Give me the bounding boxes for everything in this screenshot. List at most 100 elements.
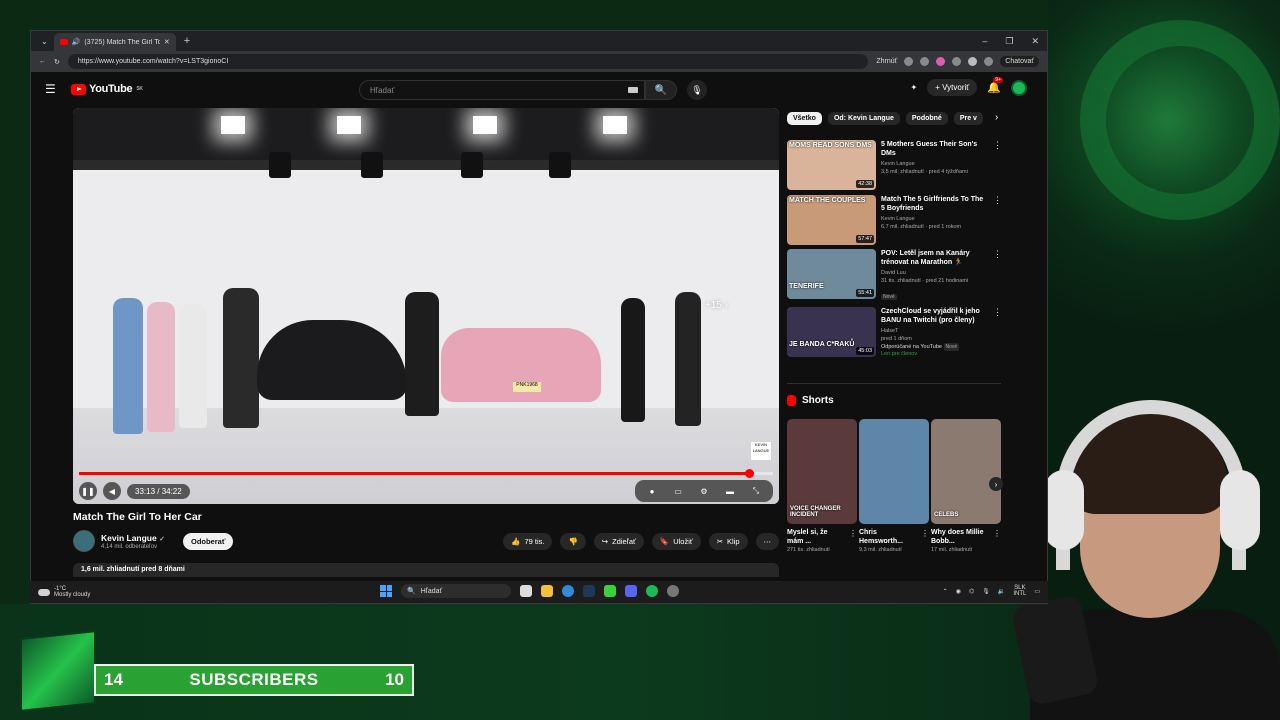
create-button[interactable]: + Vytvoriť bbox=[927, 79, 978, 96]
clip-button[interactable]: ✂ Klip bbox=[708, 532, 748, 550]
recommendation-title[interactable]: CzechCloud se vyjádřil k jeho BANU na Tw… bbox=[881, 307, 988, 325]
recommendation-title[interactable]: 5 Mothers Guess Their Son's DMs bbox=[881, 140, 988, 158]
voice-search-button[interactable]: 🎙 bbox=[687, 80, 707, 100]
more-options-icon[interactable]: ⋮ bbox=[993, 307, 1002, 373]
extension-pink-icon[interactable] bbox=[936, 57, 946, 66]
pause-button[interactable]: ❚❚ bbox=[79, 482, 97, 500]
keyboard-icon[interactable] bbox=[628, 87, 638, 93]
more-options-icon[interactable]: ⋮ bbox=[993, 529, 1001, 538]
spotify-icon[interactable] bbox=[646, 585, 658, 597]
reload-icon[interactable]: ↻ bbox=[54, 58, 60, 66]
more-options-icon[interactable]: ⋮ bbox=[921, 529, 929, 538]
search-input[interactable]: Hľadať bbox=[359, 80, 645, 100]
channel-name[interactable]: Kevin Langue ✓ bbox=[101, 533, 165, 543]
more-actions-button[interactable]: ⋯ bbox=[755, 532, 779, 550]
cast-icon[interactable]: ✦ bbox=[911, 83, 918, 92]
profile-icon[interactable] bbox=[968, 57, 978, 66]
description-box[interactable]: 1,6 mil. zhliadnutí pred 8 dňami bbox=[73, 563, 779, 577]
window-close-icon[interactable]: ✕ bbox=[1031, 36, 1039, 47]
video-player[interactable]: PNK1968 +15 › KEVIN LANGUE ❚❚ ◀ 33:13 / … bbox=[73, 108, 779, 504]
network-icon[interactable]: ⌬ bbox=[969, 588, 974, 595]
short-title[interactable]: Why does Millie Bobb... bbox=[931, 528, 989, 546]
speaker-icon[interactable]: 🔊 bbox=[72, 38, 81, 46]
notifications-button[interactable]: 🔔 9+ bbox=[987, 77, 1003, 94]
short-title[interactable]: Myslel si, že mám ... bbox=[787, 528, 845, 546]
short-thumbnail[interactable] bbox=[859, 419, 929, 524]
hamburger-menu-icon[interactable]: ☰ bbox=[45, 82, 57, 96]
discord-icon[interactable] bbox=[625, 585, 637, 597]
share-button[interactable]: ↪ Zdieľať bbox=[593, 532, 644, 550]
media-app-icon[interactable] bbox=[604, 585, 616, 597]
account-avatar[interactable] bbox=[1011, 79, 1027, 96]
restore-icon[interactable]: ❐ bbox=[1005, 36, 1013, 47]
url-field[interactable]: https://www.youtube.com/watch?v=LST3gion… bbox=[67, 54, 869, 69]
chip-for-you[interactable]: Pre v bbox=[953, 112, 983, 125]
file-explorer-icon[interactable] bbox=[541, 585, 553, 597]
save-button[interactable]: 🔖 Uložiť bbox=[651, 532, 701, 550]
windows-start-icon[interactable] bbox=[380, 585, 392, 597]
settings-button[interactable]: ⚙ bbox=[691, 482, 717, 500]
chip-related[interactable]: Podobné bbox=[905, 112, 948, 125]
weather-widget[interactable]: -1°C Mostly cloudy bbox=[30, 586, 150, 598]
recommendation-thumbnail[interactable]: MATCH THE COUPLES 57:47 bbox=[787, 195, 876, 245]
short-item[interactable]: VOICE CHANGER INCIDENT Myslel si, že mám… bbox=[787, 419, 857, 553]
chip-from-channel[interactable]: Od: Kevin Langue bbox=[827, 112, 900, 125]
menu-icon[interactable] bbox=[984, 57, 994, 66]
summarize-button[interactable]: Zhrnúť bbox=[876, 58, 897, 65]
shorts-next-icon[interactable]: › bbox=[989, 477, 1003, 491]
recommendation-thumbnail[interactable]: TENERIFE 55:41 bbox=[787, 249, 876, 299]
notifications-tray-icon[interactable]: ▭ bbox=[1034, 588, 1040, 595]
task-view-icon[interactable] bbox=[520, 585, 532, 597]
short-item[interactable]: Chris Hemsworth... 9,3 mil. zhliadnutí ⋮ bbox=[859, 419, 929, 553]
theater-mode-button[interactable]: ▬ bbox=[717, 482, 743, 500]
tray-expand-icon[interactable]: ⌃ bbox=[943, 588, 948, 595]
browser-tab[interactable]: 🔊 (3725) Match The Girl To Her ✕ bbox=[53, 33, 176, 51]
chip-all[interactable]: Všetko bbox=[787, 112, 822, 125]
recommendation-title[interactable]: Match The 5 Girlfriends To The 5 Boyfrie… bbox=[881, 195, 988, 213]
recommendation-item[interactable]: TENERIFE 55:41 POV: Letěl jsem na Kanáry… bbox=[787, 249, 1002, 305]
youtube-logo[interactable]: YouTube SK bbox=[71, 83, 143, 95]
search-button[interactable]: 🔍 bbox=[645, 80, 677, 100]
more-options-icon[interactable]: ⋮ bbox=[993, 195, 1002, 247]
short-thumbnail[interactable]: VOICE CHANGER INCIDENT bbox=[787, 419, 857, 524]
more-options-icon[interactable]: ⋮ bbox=[849, 529, 857, 538]
volume-button[interactable]: ◀ bbox=[103, 482, 121, 500]
tab-close-icon[interactable]: ✕ bbox=[164, 38, 170, 46]
like-button[interactable]: 👍 79 tis. bbox=[503, 532, 553, 550]
volume-tray-icon[interactable]: 🔉 bbox=[998, 588, 1005, 595]
subscribe-button[interactable]: Odoberať bbox=[182, 532, 234, 550]
more-options-icon[interactable]: ⋮ bbox=[993, 140, 1002, 192]
short-title[interactable]: Chris Hemsworth... bbox=[859, 528, 917, 546]
extensions-icon[interactable] bbox=[952, 57, 962, 66]
tray-app-icon[interactable]: ◉ bbox=[956, 588, 961, 595]
recommendation-item[interactable]: JE BANDA C*RAKŮ 45:03 CzechCloud se vyjá… bbox=[787, 307, 1002, 373]
new-tab-icon[interactable]: + bbox=[184, 35, 190, 47]
browser-icon[interactable] bbox=[562, 585, 574, 597]
mic-tray-icon[interactable]: 🎙 bbox=[982, 588, 990, 595]
extension-icon[interactable] bbox=[904, 57, 914, 66]
channel-avatar[interactable] bbox=[73, 530, 95, 552]
recommendation-thumbnail[interactable]: JE BANDA C*RAKŮ 45:03 bbox=[787, 307, 876, 357]
chevron-right-icon[interactable]: › bbox=[995, 112, 998, 125]
recommendation-item[interactable]: MATCH THE COUPLES 57:47 Match The 5 Girl… bbox=[787, 195, 1002, 247]
recommendation-item[interactable]: MOMS READ SONS DMS 42:38 5 Mothers Guess… bbox=[787, 140, 1002, 192]
fullscreen-button[interactable]: ⤡ bbox=[743, 482, 769, 500]
settings-app-icon[interactable] bbox=[667, 585, 679, 597]
minimize-icon[interactable]: – bbox=[982, 36, 987, 47]
short-thumbnail[interactable]: CELEBS bbox=[931, 419, 1001, 524]
dislike-button[interactable]: 👎 bbox=[560, 532, 586, 550]
recommendation-thumbnail[interactable]: MOMS READ SONS DMS 42:38 bbox=[787, 140, 876, 190]
taskbar-search[interactable]: 🔍 Hľadať bbox=[401, 584, 511, 598]
language-indicator[interactable]: SLK INTL bbox=[1013, 585, 1026, 597]
progress-bar[interactable] bbox=[79, 469, 773, 478]
channel-watermark[interactable]: KEVIN LANGUE bbox=[751, 442, 771, 460]
back-icon[interactable]: ← bbox=[39, 58, 46, 65]
bookmark-icon[interactable] bbox=[920, 57, 930, 66]
more-options-icon[interactable]: ⋮ bbox=[993, 249, 1002, 305]
tab-list-icon[interactable]: ⌄ bbox=[41, 37, 48, 46]
recommendation-title[interactable]: POV: Letěl jsem na Kanáry trénovat na Ma… bbox=[881, 249, 988, 267]
subtitles-button[interactable]: ▭ bbox=[665, 482, 691, 500]
steam-icon[interactable] bbox=[583, 585, 595, 597]
autoplay-toggle[interactable]: ● bbox=[639, 482, 665, 500]
chat-button[interactable]: Chatovať bbox=[1000, 56, 1039, 67]
